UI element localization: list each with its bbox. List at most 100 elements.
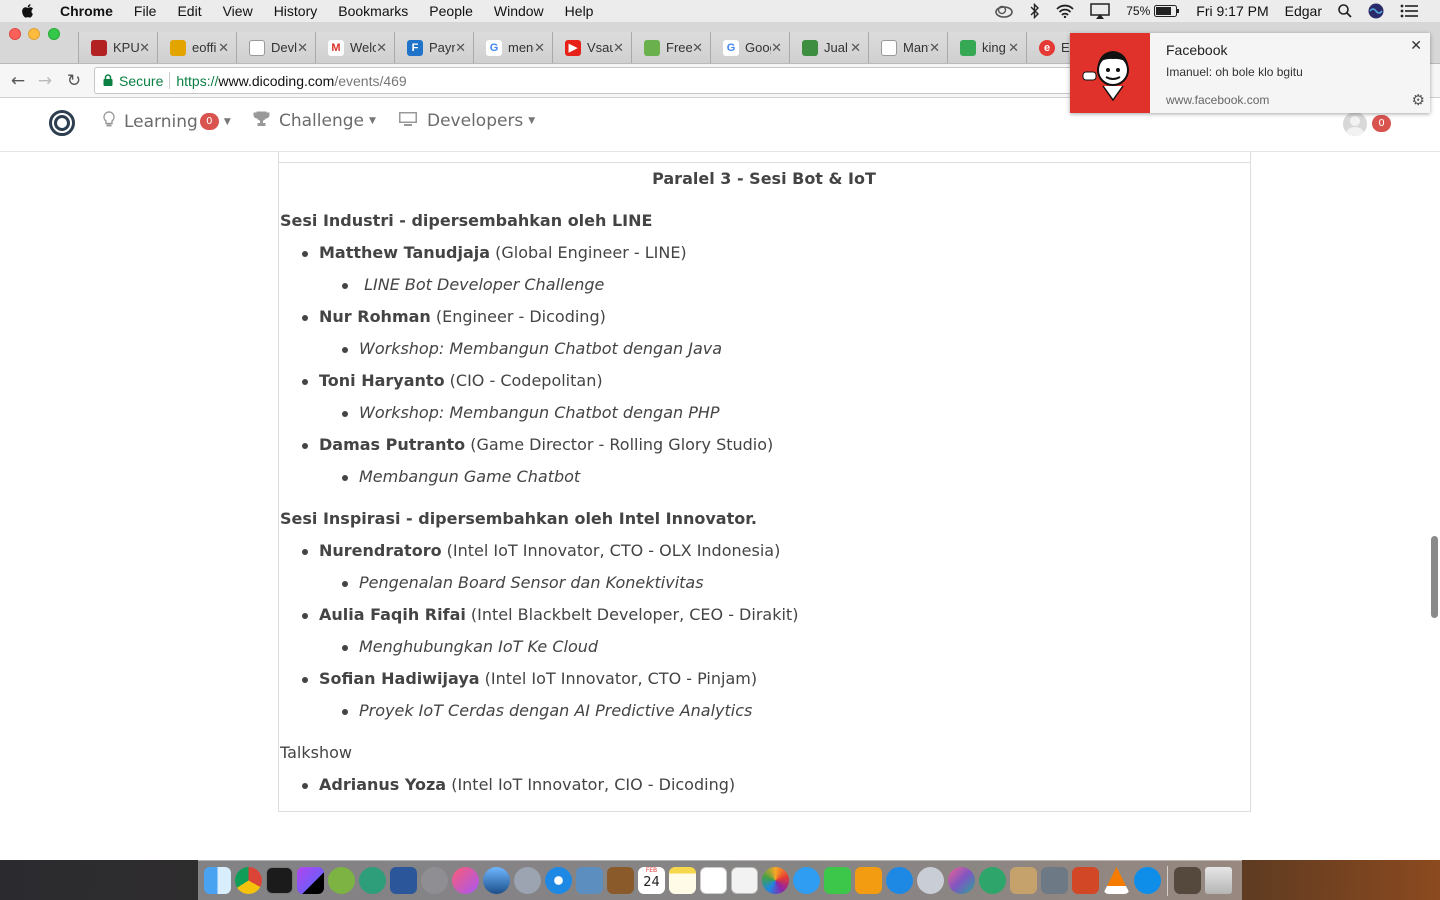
nav-learning[interactable]: Learning 0 ▼ [103, 111, 231, 132]
tab-close-icon[interactable]: ✕ [613, 40, 624, 56]
nav-challenge[interactable]: Challenge ▼ [253, 111, 376, 131]
tab-close-icon[interactable]: ✕ [929, 40, 940, 56]
wifi-icon[interactable] [1056, 4, 1074, 18]
atom-icon[interactable] [359, 867, 386, 894]
downloads-stack-icon[interactable] [1174, 867, 1201, 894]
menu-bookmarks[interactable]: Bookmarks [338, 3, 408, 19]
tab-close-icon[interactable]: ✕ [692, 40, 703, 56]
ibooks-icon[interactable] [855, 867, 882, 894]
messages-icon[interactable] [793, 867, 820, 894]
reminders-icon[interactable] [700, 867, 727, 894]
menu-history[interactable]: History [274, 3, 318, 19]
powerpoint-icon[interactable] [1072, 867, 1099, 894]
photos-icon[interactable] [762, 867, 789, 894]
tab-close-icon[interactable]: ✕ [218, 40, 229, 56]
teamviewer-icon[interactable] [1134, 867, 1161, 894]
forward-arrow-icon[interactable]: → [34, 70, 56, 92]
tab-close-icon[interactable]: ✕ [534, 40, 545, 56]
menu-help[interactable]: Help [565, 3, 594, 19]
tab-close-icon[interactable]: ✕ [139, 40, 150, 56]
tab-close-icon[interactable]: ✕ [376, 40, 387, 56]
tab-close-icon[interactable]: ✕ [771, 40, 782, 56]
notification-settings-gear-icon[interactable]: ⚙ [1412, 91, 1425, 109]
browser-tab[interactable]: Devl ✕ [236, 32, 315, 63]
window-close-button[interactable] [9, 28, 21, 40]
back-arrow-icon[interactable]: ← [7, 70, 29, 92]
menubar-clock[interactable]: Fri 9:17 PM [1196, 3, 1268, 19]
vlc-icon[interactable] [1103, 867, 1130, 894]
browser-tab[interactable]: ▶ Vsau ✕ [552, 32, 631, 63]
notification-close-icon[interactable]: ✕ [1410, 37, 1422, 54]
apple-menu-icon[interactable] [20, 3, 38, 19]
app-store-icon[interactable] [886, 867, 913, 894]
nav-developers-label: Developers [427, 111, 524, 131]
notification-source: www.facebook.com [1166, 93, 1270, 107]
bluetooth-icon[interactable] [1030, 3, 1040, 19]
notes-icon[interactable] [669, 867, 696, 894]
browser-tab[interactable]: G meng ✕ [473, 32, 552, 63]
browser-tab[interactable]: F Payr ✕ [394, 32, 473, 63]
tab-close-icon[interactable]: ✕ [297, 40, 308, 56]
talk-topic: Workshop: Membangun Chatbot dengan Java [280, 338, 1240, 370]
window-zoom-button[interactable] [48, 28, 60, 40]
address-bar[interactable]: Secure https:// www.dicoding.com /events… [94, 67, 1094, 94]
browser-tab[interactable]: eoffi ✕ [157, 32, 236, 63]
spotlight-search-icon[interactable] [1338, 4, 1352, 18]
menu-file[interactable]: File [134, 3, 157, 19]
creative-cloud-icon[interactable] [994, 4, 1014, 18]
menu-people[interactable]: People [429, 3, 473, 19]
lock-icon [103, 73, 113, 89]
reload-icon[interactable]: ↻ [63, 70, 85, 92]
tab-close-icon[interactable]: ✕ [850, 40, 861, 56]
terminal-icon[interactable] [266, 867, 293, 894]
menu-view[interactable]: View [223, 3, 253, 19]
tab-close-icon[interactable]: ✕ [455, 40, 466, 56]
browser-tab[interactable]: Jual ✕ [789, 32, 868, 63]
menubar-user[interactable]: Edgar [1285, 3, 1322, 19]
siri-icon[interactable] [1368, 3, 1384, 19]
notes-book-icon[interactable] [607, 867, 634, 894]
itunes-icon[interactable] [452, 867, 479, 894]
launchpad-icon[interactable] [514, 867, 541, 894]
chrome-icon[interactable] [235, 867, 262, 894]
nav-developers[interactable]: Developers ▼ [398, 111, 535, 131]
sourcetree-icon[interactable] [979, 867, 1006, 894]
calendar-icon[interactable]: FEB 24 [638, 867, 665, 894]
menu-window[interactable]: Window [494, 3, 544, 19]
preview-icon[interactable] [576, 867, 603, 894]
affinity-icon[interactable] [948, 867, 975, 894]
network-icon[interactable] [483, 867, 510, 894]
facetime-icon[interactable] [824, 867, 851, 894]
finder-icon[interactable] [204, 867, 231, 894]
browser-tab[interactable]: king ✕ [947, 32, 1026, 63]
safari-icon[interactable] [545, 867, 572, 894]
airplay-icon[interactable] [1090, 3, 1110, 19]
utility-icon[interactable] [917, 867, 944, 894]
dicoding-logo-icon[interactable] [49, 110, 75, 136]
inspiration-session: Sesi Inspirasi - dipersembahkan oleh Int… [280, 508, 1240, 732]
tab-close-icon[interactable]: ✕ [1008, 40, 1019, 56]
android-studio-icon[interactable] [328, 867, 355, 894]
browser-tab[interactable]: M Welc ✕ [315, 32, 394, 63]
user-notification-badge[interactable]: 0 [1372, 115, 1391, 132]
page-scrollbar-thumb[interactable] [1431, 536, 1438, 618]
window-minimize-button[interactable] [28, 28, 40, 40]
battery-status[interactable]: 75% [1126, 4, 1180, 18]
notification-center-icon[interactable] [1400, 4, 1418, 18]
archive-utility-icon[interactable] [1010, 867, 1037, 894]
browser-tab[interactable]: Mant ✕ [868, 32, 947, 63]
pages-icon[interactable] [731, 867, 758, 894]
system-preferences-icon[interactable] [421, 867, 448, 894]
browser-tab[interactable]: KPU ✕ [78, 32, 157, 63]
menu-edit[interactable]: Edit [177, 3, 201, 19]
facebook-notification[interactable]: Facebook Imanuel: oh bole klo bgitu www.… [1070, 33, 1430, 113]
menu-app-name[interactable]: Chrome [60, 3, 113, 19]
phpstorm-icon[interactable] [297, 867, 324, 894]
user-avatar[interactable] [1343, 112, 1367, 136]
browser-tab[interactable]: G Goog ✕ [710, 32, 789, 63]
trash-icon[interactable] [1205, 867, 1232, 894]
xcode-tools-icon[interactable] [1041, 867, 1068, 894]
tab-title: king [982, 40, 1006, 55]
browser-tab[interactable]: Free ✕ [631, 32, 710, 63]
word-icon[interactable] [390, 867, 417, 894]
